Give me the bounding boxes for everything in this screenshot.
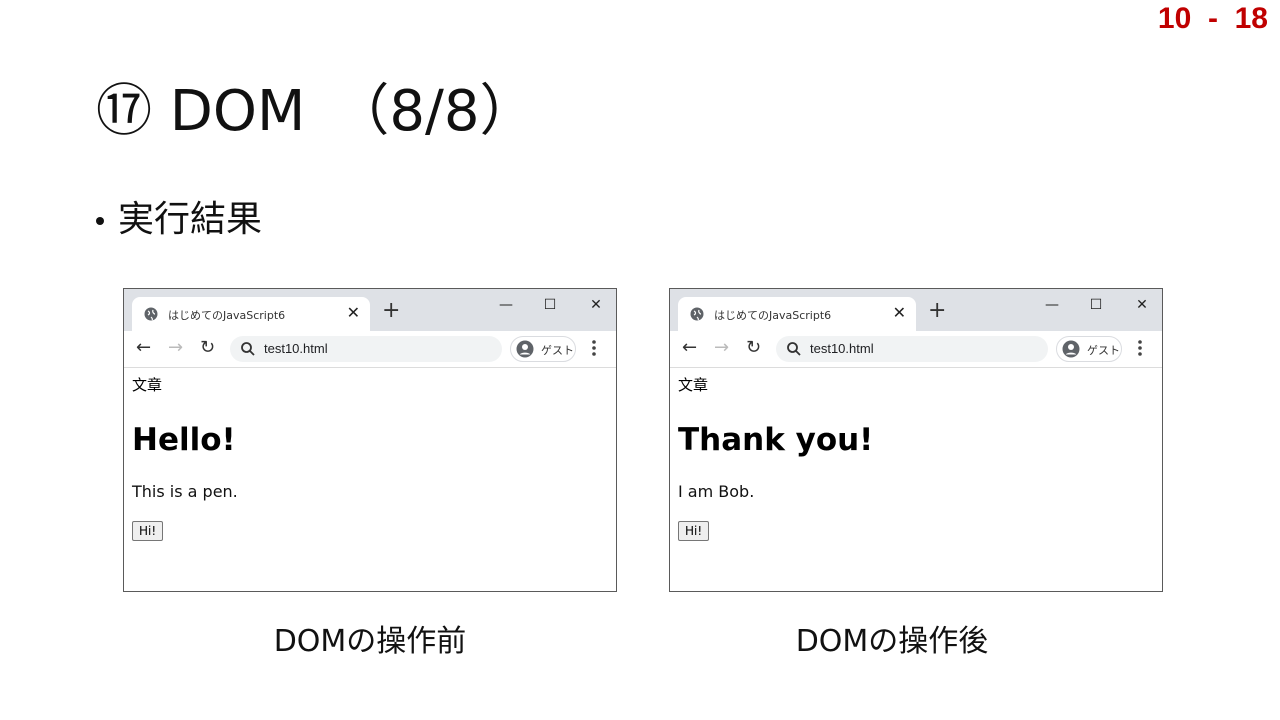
- tab-close-icon[interactable]: ✕: [893, 303, 906, 322]
- browser-tab[interactable]: はじめてのJavaScript6 ✕: [132, 297, 370, 331]
- maximize-icon[interactable]: ☐: [1086, 297, 1106, 313]
- browser-toolbar: ← → ↻ test10.html ゲスト: [124, 331, 616, 368]
- close-icon[interactable]: ✕: [1132, 297, 1152, 313]
- content-label: 文章: [132, 376, 163, 394]
- globe-icon: [144, 307, 158, 321]
- url-text: test10.html: [264, 341, 328, 356]
- maximize-icon[interactable]: ☐: [540, 297, 560, 313]
- avatar-icon: [516, 340, 534, 358]
- tab-strip: はじめてのJavaScript6 ✕ + — ☐ ✕: [670, 289, 1162, 331]
- bullet-dot-icon: [96, 217, 104, 225]
- globe-icon: [690, 307, 704, 321]
- reload-icon[interactable]: ↻: [200, 338, 215, 358]
- content-paragraph: This is a pen.: [132, 482, 238, 501]
- profile-label: ゲスト: [1087, 344, 1120, 357]
- forward-icon[interactable]: →: [168, 338, 183, 358]
- avatar-icon: [1062, 340, 1080, 358]
- caption-before: DOMの操作前: [273, 624, 467, 659]
- browser-window-after: はじめてのJavaScript6 ✕ + — ☐ ✕ ← → ↻ test10.…: [669, 288, 1163, 592]
- page-number: 10 - 18: [1157, 2, 1268, 35]
- address-bar[interactable]: test10.html: [230, 336, 502, 362]
- back-icon[interactable]: ←: [136, 338, 151, 358]
- forward-icon[interactable]: →: [714, 338, 729, 358]
- browser-tab[interactable]: はじめてのJavaScript6 ✕: [678, 297, 916, 331]
- minimize-icon[interactable]: —: [496, 297, 516, 313]
- new-tab-button[interactable]: +: [382, 300, 400, 322]
- url-text: test10.html: [810, 341, 874, 356]
- search-icon: [241, 342, 255, 356]
- minimize-icon[interactable]: —: [1042, 297, 1062, 313]
- tab-title: はじめてのJavaScript6: [714, 309, 832, 322]
- hi-button[interactable]: Hi!: [678, 521, 710, 541]
- page-content: 文章 Thank you! I am Bob. Hi!: [670, 368, 1162, 549]
- reload-icon[interactable]: ↻: [746, 338, 761, 358]
- tab-close-icon[interactable]: ✕: [347, 303, 360, 322]
- profile-label: ゲスト: [541, 344, 574, 357]
- back-icon[interactable]: ←: [682, 338, 697, 358]
- address-bar[interactable]: test10.html: [776, 336, 1048, 362]
- profile-button[interactable]: ゲスト: [1056, 336, 1122, 362]
- bullet-text: 実行結果: [118, 199, 263, 240]
- tab-title: はじめてのJavaScript6: [168, 309, 286, 322]
- profile-button[interactable]: ゲスト: [510, 336, 576, 362]
- page-content: 文章 Hello! This is a pen. Hi!: [124, 368, 616, 549]
- content-heading: Thank you!: [678, 422, 874, 458]
- bullet-item: 実行結果: [96, 190, 262, 242]
- browser-toolbar: ← → ↻ test10.html ゲスト: [670, 331, 1162, 368]
- browser-window-before: はじめてのJavaScript6 ✕ + — ☐ ✕ ← → ↻ test10.…: [123, 288, 617, 592]
- hi-button[interactable]: Hi!: [132, 521, 164, 541]
- caption-after: DOMの操作後: [795, 624, 989, 659]
- search-icon: [787, 342, 801, 356]
- new-tab-button[interactable]: +: [928, 300, 946, 322]
- content-heading: Hello!: [132, 422, 236, 458]
- menu-kebab-icon[interactable]: [1136, 338, 1144, 358]
- close-icon[interactable]: ✕: [586, 297, 606, 313]
- slide-title: ⑰ DOM （8/8）: [96, 79, 536, 144]
- tab-strip: はじめてのJavaScript6 ✕ + — ☐ ✕: [124, 289, 616, 331]
- menu-kebab-icon[interactable]: [590, 338, 598, 358]
- content-label: 文章: [678, 376, 709, 394]
- content-paragraph: I am Bob.: [678, 482, 755, 501]
